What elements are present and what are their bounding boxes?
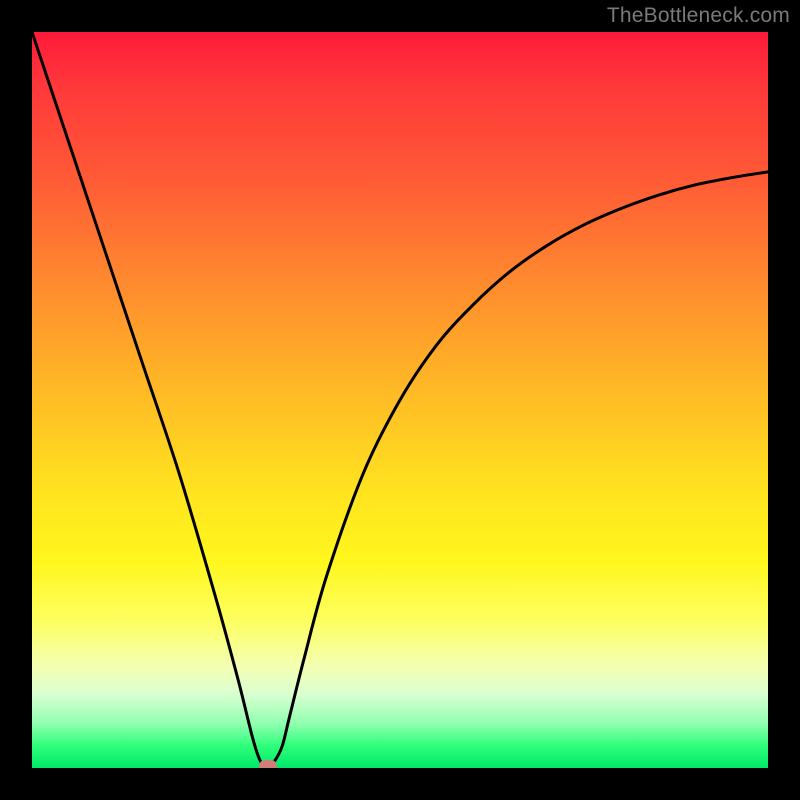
- minimum-marker: [259, 760, 277, 768]
- chart-frame: TheBottleneck.com: [0, 0, 800, 800]
- curve-svg: [32, 32, 768, 768]
- bottleneck-curve-path: [32, 32, 768, 768]
- plot-area: [32, 32, 768, 768]
- watermark-text: TheBottleneck.com: [607, 4, 790, 28]
